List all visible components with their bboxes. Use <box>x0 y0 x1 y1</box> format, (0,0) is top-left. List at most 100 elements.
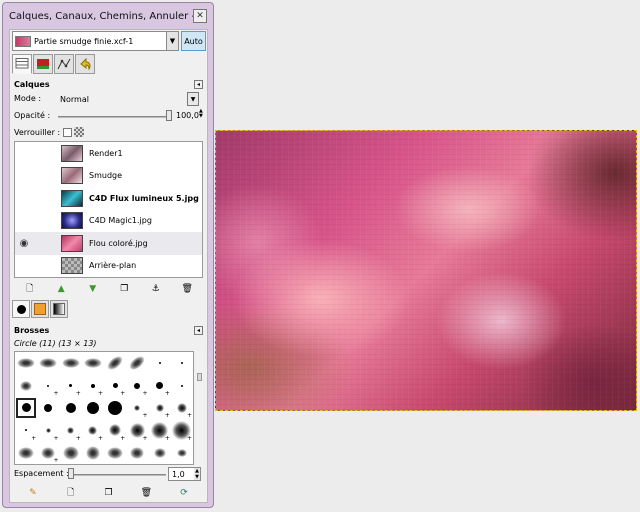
brush-cell[interactable]: + <box>37 374 59 397</box>
brush-cell[interactable] <box>171 374 193 396</box>
brush-cell[interactable] <box>104 352 126 374</box>
tab-layers[interactable] <box>12 54 32 74</box>
plus-icon: + <box>53 456 59 464</box>
layer-row[interactable]: ◉ Flou coloré.jpg <box>15 232 202 255</box>
brush-cell[interactable] <box>149 352 171 374</box>
brush-grid-scrollbar[interactable] <box>196 351 203 465</box>
auto-button[interactable]: Auto <box>181 31 206 51</box>
tab-undo-history[interactable] <box>75 54 95 74</box>
tab-patterns[interactable] <box>31 300 49 318</box>
brush-preview <box>47 384 50 387</box>
lower-layer-icon[interactable]: ▼ <box>87 284 98 295</box>
brush-cell[interactable] <box>60 397 82 419</box>
brush-cell[interactable]: + <box>126 374 148 397</box>
brush-cell[interactable]: + <box>82 419 104 442</box>
brush-cell[interactable]: + <box>104 419 126 442</box>
brush-cell[interactable] <box>149 442 171 464</box>
brush-cell[interactable] <box>104 442 126 464</box>
scrollbar-thumb[interactable] <box>197 373 202 381</box>
brush-cell[interactable] <box>15 352 37 374</box>
brush-cell[interactable]: + <box>60 419 82 442</box>
brush-cell[interactable]: + <box>126 397 148 419</box>
tab-gradients[interactable] <box>50 300 68 318</box>
brush-cell[interactable] <box>82 397 104 419</box>
brush-cell[interactable]: + <box>104 374 126 397</box>
brush-cell[interactable] <box>60 442 82 464</box>
brush-cell[interactable]: + <box>149 419 171 442</box>
layer-row[interactable]: Render1 <box>15 142 202 165</box>
brush-cell[interactable]: + <box>171 419 193 442</box>
panel-menu-icon[interactable]: ◂ <box>194 80 203 89</box>
spacing-slider-handle[interactable] <box>68 468 74 479</box>
delete-brush-icon[interactable]: 🗑 <box>141 488 152 499</box>
brush-cell[interactable]: + <box>171 397 193 419</box>
brush-cell[interactable] <box>126 352 148 374</box>
new-brush-icon[interactable]: 🗋 <box>65 488 76 499</box>
brush-cell-selected[interactable] <box>15 397 37 419</box>
delete-layer-icon[interactable]: 🗑 <box>182 284 193 295</box>
brush-cell[interactable]: + <box>149 374 171 397</box>
gradient-icon <box>53 303 65 315</box>
opacity-value[interactable]: 100,0 <box>176 111 199 120</box>
plus-icon: + <box>164 389 170 397</box>
edit-brush-icon[interactable]: ✎ <box>27 488 38 499</box>
brush-cell[interactable] <box>104 397 126 419</box>
chevron-down-icon[interactable]: ▼ <box>187 92 199 106</box>
brush-cell[interactable]: + <box>37 442 59 464</box>
brush-cell[interactable] <box>171 442 193 464</box>
plus-icon: + <box>75 389 81 397</box>
brush-cell[interactable]: + <box>60 374 82 397</box>
close-icon[interactable]: ✕ <box>193 9 207 23</box>
layer-row[interactable]: C4D Magic1.jpg <box>15 210 202 233</box>
brush-cell[interactable] <box>126 442 148 464</box>
image-selector[interactable]: Partie smudge finie.xcf-1 ▼ <box>12 31 179 51</box>
layer-row[interactable]: Smudge <box>15 165 202 188</box>
brush-cell[interactable] <box>37 397 59 419</box>
chevron-down-icon[interactable]: ▼ <box>166 32 178 50</box>
spacing-spinbox[interactable]: 1,0 ▲ ▼ <box>168 467 201 481</box>
brush-preview <box>45 427 51 433</box>
spacing-slider-track[interactable] <box>68 474 166 476</box>
brush-cell[interactable] <box>60 352 82 374</box>
refresh-brushes-icon[interactable]: ⟳ <box>179 488 190 499</box>
duplicate-layer-icon[interactable]: ❐ <box>119 284 130 295</box>
spin-arrows-icon[interactable]: ▲ ▼ <box>194 468 200 480</box>
brush-cell[interactable]: + <box>149 397 171 419</box>
anchor-layer-icon[interactable]: ⚓ <box>150 284 161 295</box>
opacity-slider-handle[interactable] <box>166 110 172 121</box>
panel-menu-icon[interactable]: ◂ <box>194 326 203 335</box>
brush-preview <box>17 358 36 369</box>
image-canvas[interactable] <box>215 130 637 411</box>
brush-preview <box>134 404 141 411</box>
brush-cell[interactable] <box>15 442 37 464</box>
mode-select[interactable]: Normal ▼ <box>54 92 199 106</box>
plus-icon: + <box>75 434 81 442</box>
layer-row[interactable]: Arrière-plan <box>15 255 202 278</box>
new-layer-icon[interactable]: 🗋 <box>24 284 35 295</box>
brush-cell[interactable] <box>82 442 104 464</box>
brush-cell[interactable]: + <box>15 419 37 442</box>
duplicate-brush-icon[interactable]: ❐ <box>103 488 114 499</box>
brush-grid: + + + + + + + + + + + + + + + + + + <box>14 351 194 465</box>
brush-cell[interactable] <box>171 352 193 374</box>
paths-icon <box>57 58 71 70</box>
plus-icon: + <box>164 412 170 420</box>
eye-icon[interactable]: ◉ <box>18 238 30 249</box>
tab-channels[interactable] <box>33 54 53 74</box>
lock-pixels-checkbox[interactable] <box>63 127 73 137</box>
raise-layer-icon[interactable]: ▲ <box>56 284 67 295</box>
brush-cell[interactable] <box>37 352 59 374</box>
opacity-spin-arrows[interactable]: ▲ ▼ <box>199 109 203 119</box>
brush-cell[interactable]: + <box>82 374 104 397</box>
tab-paths[interactable] <box>54 54 74 74</box>
brush-preview <box>62 445 79 460</box>
brush-cell[interactable] <box>82 352 104 374</box>
brush-preview <box>155 403 164 412</box>
brush-cell[interactable]: + <box>37 419 59 442</box>
brush-cell[interactable] <box>15 374 37 396</box>
lock-alpha-icon[interactable] <box>74 127 85 137</box>
tab-brushes[interactable] <box>12 300 30 318</box>
opacity-slider-track[interactable] <box>58 116 168 118</box>
brush-cell[interactable]: + <box>126 419 148 442</box>
layer-row[interactable]: C4D Flux lumineux 5.jpg <box>15 187 202 210</box>
